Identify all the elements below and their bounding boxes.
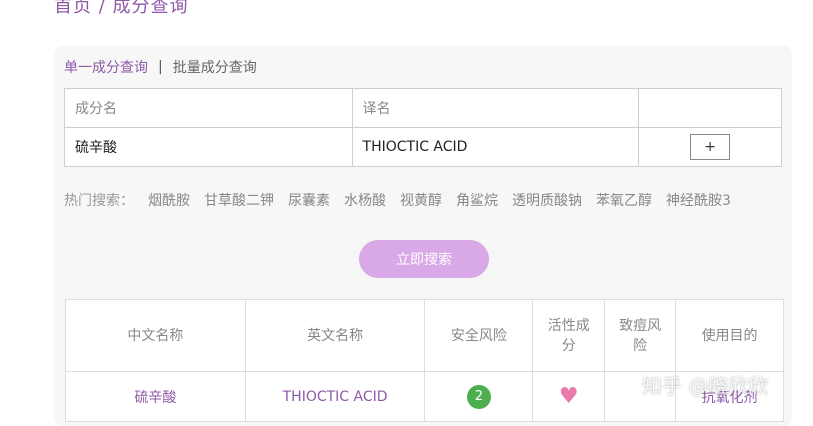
tab-single-query[interactable]: 单一成分查询 (64, 57, 148, 77)
col-cn-name: 中文名称 (65, 299, 246, 372)
col-acne-line2: 险 (633, 337, 648, 354)
input-row: 硫辛酸 THIOCTIC ACID + (64, 127, 782, 167)
safety-risk-badge: 2 (466, 384, 491, 409)
tab-batch-query[interactable]: 批量成分查询 (173, 57, 257, 77)
search-button[interactable]: 立即搜索 (359, 240, 489, 278)
hot-search-item[interactable]: 神经酰胺3 (666, 190, 731, 210)
ingredient-name-field[interactable]: 硫辛酸 (64, 127, 353, 167)
hot-search-item[interactable]: 苯氧乙醇 (596, 190, 652, 210)
col-acne-risk: 致痘风 险 (604, 299, 677, 372)
col-purpose: 使用目的 (675, 299, 784, 372)
heart-icon: ♥ (558, 384, 579, 409)
input-header-row: 成分名 译名 (64, 88, 782, 128)
table-row: 硫辛酸 THIOCTIC ACID 2 ♥ 抗氧化剂 (65, 371, 784, 422)
hot-search-item[interactable]: 甘草酸二钾 (204, 190, 274, 210)
hot-search-item[interactable]: 角鲨烷 (456, 190, 498, 210)
ingredient-input-table: 成分名 译名 硫辛酸 THIOCTIC ACID + (64, 88, 782, 167)
query-tabs: 单一成分查询 | 批量成分查询 (64, 57, 257, 77)
translation-field[interactable]: THIOCTIC ACID (351, 127, 640, 167)
hot-search-item[interactable]: 尿囊素 (288, 190, 330, 210)
hot-search-label: 热门搜索： (64, 193, 134, 209)
col-safety-risk: 安全风险 (424, 299, 534, 372)
hot-search-item[interactable]: 烟酰胺 (148, 190, 190, 210)
cell-cn-name[interactable]: 硫辛酸 (65, 371, 246, 422)
header-ingredient-name: 成分名 (64, 88, 353, 128)
tab-separator: | (158, 59, 163, 75)
results-table: 中文名称 英文名称 安全风险 活性成 分 致痘风 险 使用目的 硫辛酸 THIO… (65, 299, 784, 422)
results-header-row: 中文名称 英文名称 安全风险 活性成 分 致痘风 险 使用目的 (65, 299, 784, 372)
cell-acne-risk (604, 371, 677, 422)
header-translation: 译名 (351, 88, 640, 128)
cell-en-name[interactable]: THIOCTIC ACID (244, 371, 426, 422)
cell-safety-risk: 2 (424, 371, 534, 422)
header-empty (638, 88, 782, 128)
col-active-line2: 分 (561, 337, 576, 354)
col-active-line1: 活性成 (547, 317, 590, 334)
breadcrumb: 首页 / 成分查询 (54, 0, 189, 17)
col-en-name: 英文名称 (244, 299, 426, 372)
hot-search-item[interactable]: 透明质酸钠 (512, 190, 582, 210)
hot-search-item[interactable]: 水杨酸 (344, 190, 386, 210)
hot-search: 热门搜索： 烟酰胺 甘草酸二钾 尿囊素 水杨酸 视黄醇 角鲨烷 透明质酸钠 苯氧… (64, 190, 731, 210)
add-row-button[interactable]: + (690, 134, 731, 160)
hot-search-item[interactable]: 视黄醇 (400, 190, 442, 210)
col-acne-line1: 致痘风 (619, 317, 662, 334)
cell-purpose: 抗氧化剂 (675, 371, 784, 422)
cell-active: ♥ (532, 371, 606, 422)
col-active: 活性成 分 (532, 299, 606, 372)
add-cell: + (638, 127, 782, 167)
